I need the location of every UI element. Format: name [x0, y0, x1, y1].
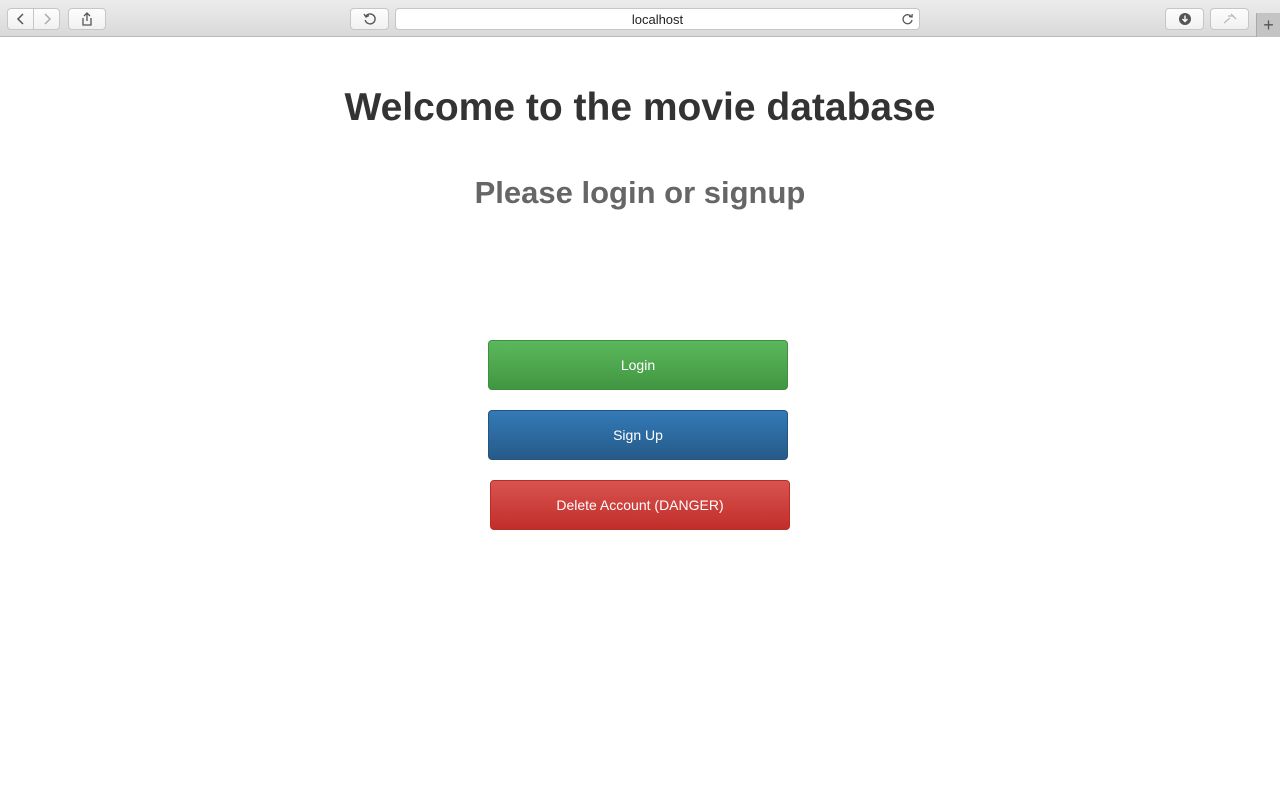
address-bar[interactable]: localhost [395, 8, 920, 30]
delete-account-button-label: Delete Account (DANGER) [556, 497, 724, 513]
history-button[interactable] [350, 8, 389, 30]
tools-icon [1223, 13, 1236, 24]
browser-toolbar: localhost + [0, 0, 1280, 37]
forward-button[interactable] [33, 9, 59, 29]
share-icon [82, 12, 92, 26]
share-button[interactable] [68, 8, 106, 30]
extensions-button[interactable] [1210, 8, 1249, 30]
reload-icon [901, 13, 913, 24]
chevron-left-icon [16, 13, 24, 25]
back-button[interactable] [8, 9, 33, 29]
nav-button-group [7, 8, 60, 30]
login-button[interactable]: Login [488, 340, 788, 390]
plus-icon: + [1263, 15, 1274, 35]
history-icon [362, 13, 376, 25]
delete-account-button[interactable]: Delete Account (DANGER) [490, 480, 790, 530]
download-icon [1178, 13, 1191, 25]
chevron-right-icon [43, 13, 51, 25]
reload-button[interactable] [900, 12, 914, 26]
signup-button[interactable]: Sign Up [488, 410, 788, 460]
login-button-label: Login [620, 357, 656, 373]
page-title: Welcome to the movie database [344, 86, 936, 129]
signup-button-label: Sign Up [613, 427, 663, 443]
page-subtitle: Please login or signup [474, 175, 806, 210]
new-tab-button[interactable]: + [1256, 13, 1280, 37]
address-text: localhost [631, 11, 684, 27]
downloads-button[interactable] [1165, 8, 1204, 30]
